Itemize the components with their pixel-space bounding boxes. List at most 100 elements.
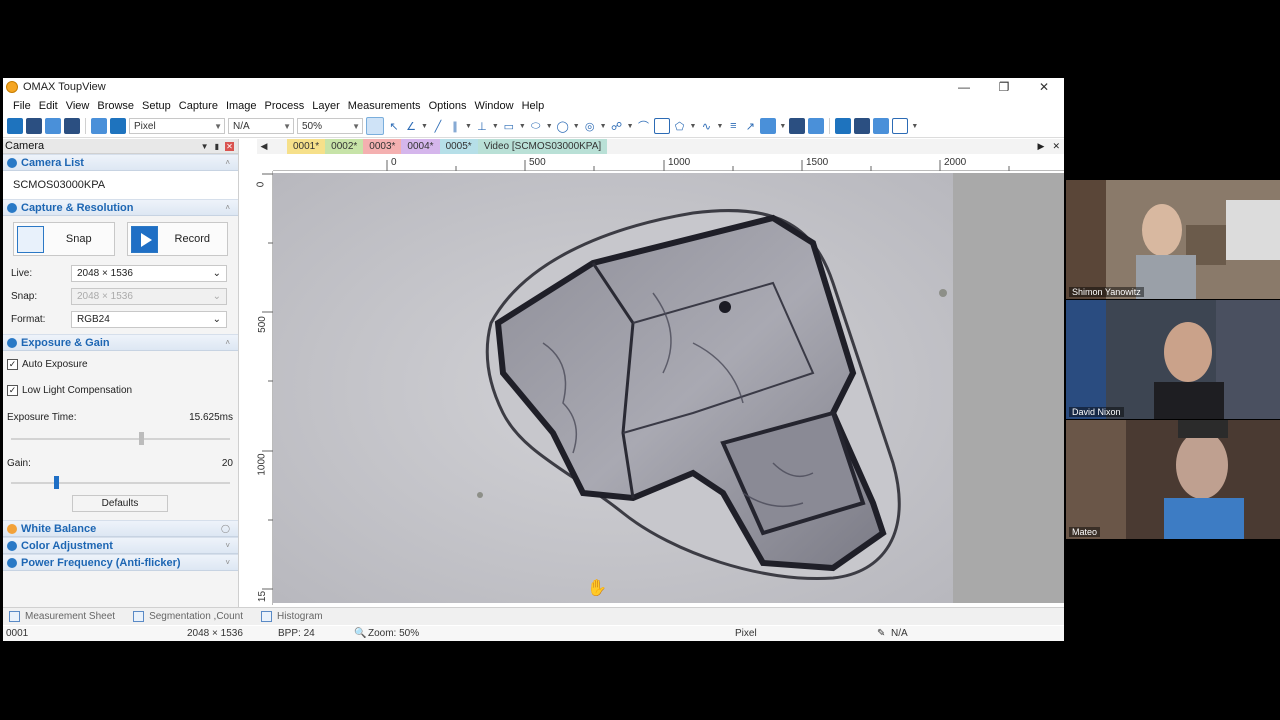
- minimize-button[interactable]: —: [944, 78, 984, 96]
- pan-hand-icon[interactable]: [366, 117, 384, 135]
- exposure-gain-section[interactable]: Exposure & Gain ˄: [3, 334, 238, 351]
- participant-tile[interactable]: Mateo: [1066, 420, 1280, 539]
- tab-0005[interactable]: 0005*: [439, 139, 478, 154]
- live-resolution-select[interactable]: 2048 × 1536 ⌄: [71, 265, 227, 282]
- chevron-down-icon[interactable]: ▼: [465, 123, 472, 130]
- browse-folder-icon[interactable]: [91, 118, 107, 134]
- tab-0003[interactable]: 0003*: [363, 139, 402, 154]
- expand-icon[interactable]: ◯: [221, 524, 230, 533]
- menu-view[interactable]: View: [62, 100, 94, 112]
- measurement-sheet-tab[interactable]: Measurement Sheet: [9, 611, 115, 622]
- expand-icon[interactable]: ˅: [225, 558, 230, 567]
- settings-page-icon[interactable]: [892, 118, 909, 134]
- menu-process[interactable]: Process: [261, 100, 309, 112]
- print-icon[interactable]: [64, 118, 80, 134]
- close-icon[interactable]: ✕: [225, 141, 234, 151]
- menu-help[interactable]: Help: [518, 100, 549, 112]
- camera-list-section[interactable]: Camera List ˄: [3, 154, 238, 171]
- exposure-time-slider[interactable]: [11, 431, 230, 447]
- parallel-tool-icon[interactable]: ∥: [448, 120, 462, 133]
- tab-0004[interactable]: 0004*: [401, 139, 440, 154]
- participant-tile[interactable]: David Nixon: [1066, 300, 1280, 419]
- segmentation-count-tab[interactable]: Segmentation ,Count: [133, 611, 243, 622]
- calibrate-icon[interactable]: [760, 118, 777, 134]
- angle-tool-icon[interactable]: ∠: [404, 120, 418, 133]
- line-tool-icon[interactable]: ╱: [431, 120, 445, 133]
- chevron-down-icon[interactable]: ▼: [911, 123, 918, 130]
- collapse-icon[interactable]: ˄: [225, 338, 230, 347]
- menu-window[interactable]: Window: [470, 100, 517, 112]
- slider-thumb[interactable]: [54, 476, 59, 489]
- gain-slider[interactable]: [11, 475, 230, 491]
- pin-icon[interactable]: ▮: [215, 142, 219, 151]
- menu-options[interactable]: Options: [425, 100, 471, 112]
- chevron-down-icon[interactable]: ▼: [690, 123, 697, 130]
- unit-select[interactable]: Pixel ▼: [129, 118, 225, 134]
- chevron-down-icon[interactable]: ▼: [546, 123, 553, 130]
- power-frequency-section[interactable]: Power Frequency (Anti-flicker) ˅: [3, 554, 238, 571]
- white-balance-section[interactable]: White Balance ◯: [3, 520, 238, 537]
- magnification-select[interactable]: N/A ▼: [228, 118, 294, 134]
- ellipse-tool-icon[interactable]: ⬭: [529, 120, 543, 133]
- restore-button[interactable]: ❐: [984, 78, 1024, 96]
- text-tool-icon[interactable]: [653, 118, 670, 134]
- close-tab-icon[interactable]: ✕: [1052, 141, 1060, 152]
- annulus-tool-icon[interactable]: ◎: [583, 120, 597, 133]
- image-canvas[interactable]: ✋: [273, 173, 1064, 603]
- chevron-down-icon[interactable]: ▼: [492, 123, 499, 130]
- menu-setup[interactable]: Setup: [138, 100, 175, 112]
- chevron-down-icon[interactable]: ▼: [421, 123, 428, 130]
- close-button[interactable]: ✕: [1024, 78, 1064, 96]
- format-select[interactable]: RGB24 ⌄: [71, 311, 227, 328]
- open-folder-icon[interactable]: [7, 118, 23, 134]
- arrow-tool-icon[interactable]: ↗: [743, 120, 757, 133]
- curve-tool-icon[interactable]: ∿: [699, 120, 713, 133]
- scale-bar-icon[interactable]: ≡: [726, 120, 740, 132]
- record-button[interactable]: Record: [126, 222, 228, 256]
- link-tool-icon[interactable]: ☍: [610, 120, 624, 133]
- tile-view-icon[interactable]: [110, 118, 126, 134]
- participant-tile[interactable]: Shimon Yanowitz: [1066, 180, 1280, 299]
- chevron-down-icon[interactable]: ▼: [600, 123, 607, 130]
- menu-layer[interactable]: Layer: [308, 100, 344, 112]
- tab-scroll-left-icon[interactable]: ◀: [257, 141, 271, 152]
- defaults-button[interactable]: Defaults: [72, 495, 168, 512]
- chevron-down-icon[interactable]: ▼: [627, 123, 634, 130]
- report-icon[interactable]: [873, 118, 890, 134]
- sheet-icon[interactable]: [854, 118, 871, 134]
- camera-list-item[interactable]: SCMOS03000KPA: [3, 171, 238, 199]
- rectangle-tool-icon[interactable]: ▭: [502, 120, 516, 133]
- color-adjustment-section[interactable]: Color Adjustment ˅: [3, 537, 238, 554]
- chevron-down-icon[interactable]: ▼: [716, 123, 723, 130]
- capture-resolution-section[interactable]: Capture & Resolution ˄: [3, 199, 238, 216]
- low-light-checkbox[interactable]: ✓: [7, 384, 18, 396]
- circle-tool-icon[interactable]: ◯: [556, 120, 570, 133]
- save-as-icon[interactable]: [45, 118, 61, 134]
- select-arrow-icon[interactable]: ↖: [387, 120, 401, 133]
- collapse-icon[interactable]: ˄: [225, 158, 230, 167]
- menu-image[interactable]: Image: [222, 100, 261, 112]
- histogram-tab[interactable]: Histogram: [261, 611, 323, 622]
- tab-scroll-right-icon[interactable]: ▶: [1038, 141, 1045, 152]
- chevron-down-icon[interactable]: ▼: [519, 123, 526, 130]
- chevron-down-icon[interactable]: ▼: [573, 123, 580, 130]
- menu-file[interactable]: File: [9, 100, 35, 112]
- expand-icon[interactable]: ˅: [225, 541, 230, 550]
- zoom-select[interactable]: 50% ▼: [297, 118, 363, 134]
- layer-icon[interactable]: [789, 118, 806, 134]
- polygon-tool-icon[interactable]: ⬠: [673, 120, 687, 133]
- chevron-down-icon[interactable]: ▼: [779, 123, 786, 130]
- menu-capture[interactable]: Capture: [175, 100, 222, 112]
- tab-0001[interactable]: 0001*: [287, 139, 326, 154]
- chart-icon[interactable]: [835, 118, 852, 134]
- snap-resolution-select[interactable]: 2048 × 1536 ⌄: [71, 288, 227, 305]
- arc-tool-icon[interactable]: ⌒: [637, 118, 651, 134]
- auto-exposure-checkbox[interactable]: ✓: [7, 358, 18, 370]
- slider-thumb[interactable]: [139, 432, 144, 445]
- menu-browse[interactable]: Browse: [93, 100, 138, 112]
- perpendicular-tool-icon[interactable]: ⊥: [475, 120, 489, 133]
- collapse-icon[interactable]: ˄: [225, 203, 230, 212]
- export-icon[interactable]: [808, 118, 825, 134]
- save-icon[interactable]: [26, 118, 42, 134]
- snap-button[interactable]: Snap: [13, 222, 115, 256]
